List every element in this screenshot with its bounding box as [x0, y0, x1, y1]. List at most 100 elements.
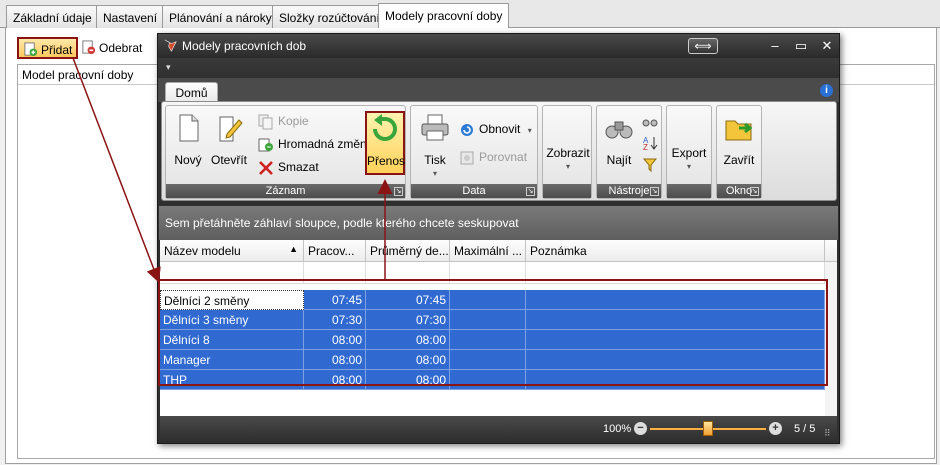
tab-zakladni-udaje[interactable]: Základní údaje — [6, 5, 99, 28]
zoom-slider-thumb[interactable] — [703, 421, 713, 436]
tab-modely-pracovni-doby[interactable]: Modely pracovní doby — [378, 3, 510, 29]
zoom-level: 100% — [603, 423, 632, 435]
refresh-dropdown-icon: ▾ — [527, 126, 532, 135]
zoom-out-icon[interactable]: − — [634, 422, 647, 435]
group-window: Zavřít Okno ↘ — [716, 105, 762, 199]
group-tools: Najít AZ Nástroje ↘ — [596, 105, 662, 199]
find-button-label: Najít — [606, 153, 632, 167]
folder-exit-icon — [725, 120, 753, 141]
filter-tool-button[interactable] — [641, 111, 659, 131]
quick-access-toolbar: ▾ — [158, 58, 839, 78]
module-tab-strip: Základní údaje Nastavení Plánování a nár… — [0, 0, 940, 29]
edit-document-icon — [219, 116, 243, 142]
tab-nastaveni[interactable]: Nastavení — [96, 5, 165, 28]
group-export: Export ▾ — [666, 105, 712, 199]
column-header-average-day[interactable]: Průměrný de... — [366, 240, 450, 262]
add-record-icon — [24, 42, 38, 57]
printer-icon — [421, 114, 449, 141]
group-data: Tisk ▾ Obnovit ▾ Porovnat Data ↘ — [410, 105, 538, 199]
transfer-button[interactable]: Přenos — [365, 111, 405, 175]
group-data-launcher-icon[interactable]: ↘ — [526, 187, 535, 196]
new-button[interactable]: Nový — [168, 112, 208, 172]
column-header-name-label: Název modelu — [164, 244, 241, 258]
add-button[interactable]: Přidat — [17, 37, 79, 59]
show-dropdown-icon: ▾ — [565, 162, 570, 171]
open-button[interactable]: Otevřít — [209, 112, 249, 172]
quick-access-dropdown-icon[interactable]: ▾ — [166, 62, 171, 73]
dialog-title: Modely pracovních dob — [182, 39, 307, 53]
tab-slozky-rozuctovani[interactable]: Složky rozúčtování — [272, 5, 387, 28]
binoculars-icon — [605, 121, 633, 139]
sort-az-icon: AZ — [643, 136, 658, 151]
group-data-label: Data — [411, 184, 537, 198]
compare-button[interactable]: Porovnat — [459, 148, 527, 168]
group-zaznam: Nový Otevřít Kopie Hromadná změna Smazat… — [165, 105, 406, 199]
print-dropdown-icon: ▾ — [432, 169, 437, 178]
find-button[interactable]: Najít — [599, 112, 639, 172]
refresh-button-label: Obnovit — [479, 122, 521, 136]
compare-icon — [460, 151, 474, 165]
svg-text:Z: Z — [643, 143, 648, 151]
transfer-button-label: Přenos — [367, 154, 406, 168]
close-icon[interactable]: ✕ — [818, 38, 836, 54]
column-header-note[interactable]: Poznámka — [526, 240, 825, 262]
refresh-icon — [461, 124, 473, 136]
app-logo-icon — [164, 39, 177, 52]
sort-az-button[interactable]: AZ — [641, 133, 659, 153]
ribbon-tab-strip: Domů i — [158, 78, 839, 103]
new-button-label: Nový — [174, 153, 202, 167]
close-window-button[interactable]: Zavřít — [719, 112, 759, 172]
copy-icon — [258, 114, 273, 130]
tab-domu[interactable]: Domů — [165, 82, 218, 103]
resize-icon[interactable]: ⟺ — [688, 38, 718, 54]
column-header-maximum[interactable]: Maximální ... — [450, 240, 526, 262]
group-view-label-bar — [543, 184, 591, 198]
export-button-label: Export — [671, 146, 707, 160]
group-zaznam-launcher-icon[interactable]: ↘ — [394, 187, 403, 196]
group-export-label-bar — [667, 184, 711, 198]
group-tools-launcher-icon[interactable]: ↘ — [650, 187, 659, 196]
remove-record-icon — [82, 40, 96, 55]
compare-button-label: Porovnat — [479, 150, 528, 164]
funnel-icon — [642, 158, 658, 173]
column-header-work-time[interactable]: Pracov... — [304, 240, 366, 262]
show-button-label: Zobrazit — [546, 146, 590, 160]
info-icon[interactable]: i — [820, 84, 833, 97]
binoculars-small-icon — [642, 119, 658, 127]
grid-header: Název modelu ▲ Pracov... Průměrný de... … — [160, 240, 837, 262]
group-zaznam-label: Záznam — [166, 184, 405, 198]
maximize-icon[interactable]: ▭ — [792, 38, 810, 54]
new-document-icon — [179, 114, 199, 142]
remove-button-label: Odebrat — [99, 41, 143, 55]
close-window-button-label: Zavřít — [723, 153, 755, 167]
delete-button-label: Smazat — [278, 160, 319, 174]
zoom-in-icon[interactable]: + — [769, 422, 782, 435]
delete-button[interactable]: Smazat — [258, 158, 319, 178]
funnel-button[interactable] — [641, 155, 659, 175]
print-button-label: Tisk — [424, 153, 446, 167]
column-header-name[interactable]: Název modelu ▲ — [160, 240, 304, 262]
rows-highlight-box — [158, 279, 828, 386]
transfer-arrow-icon — [373, 114, 397, 141]
delete-x-icon — [259, 161, 273, 175]
tab-planovani-a-naroky[interactable]: Plánování a nároky — [162, 5, 279, 28]
resize-grip-icon[interactable]: ⠿ — [824, 428, 831, 439]
bulk-change-button-label: Hromadná změna — [278, 137, 374, 151]
group-window-launcher-icon[interactable]: ↘ — [750, 187, 759, 196]
record-count: 5 / 5 — [794, 423, 816, 435]
remove-button[interactable]: Odebrat — [77, 37, 146, 59]
open-button-label: Otevřít — [210, 153, 247, 167]
copy-button-label: Kopie — [278, 114, 309, 128]
bulk-change-icon — [258, 138, 273, 152]
dialog-title-bar[interactable]: Modely pracovních dob ⟺ – ▭ ✕ — [158, 34, 839, 58]
group-by-panel[interactable]: Sem přetáhněte záhlaví sloupce, podle kt… — [159, 206, 838, 240]
copy-button[interactable]: Kopie — [258, 112, 309, 132]
print-button[interactable]: Tisk ▾ — [415, 112, 455, 178]
bulk-change-button[interactable]: Hromadná změna — [258, 135, 373, 155]
refresh-button[interactable]: Obnovit ▾ — [459, 120, 532, 140]
export-dropdown-icon: ▾ — [686, 162, 691, 171]
add-button-label: Přidat — [41, 43, 73, 57]
ribbon: Nový Otevřít Kopie Hromadná změna Smazat… — [161, 101, 837, 201]
group-view: Zobrazit ▾ — [542, 105, 592, 199]
minimize-icon[interactable]: – — [766, 38, 784, 53]
